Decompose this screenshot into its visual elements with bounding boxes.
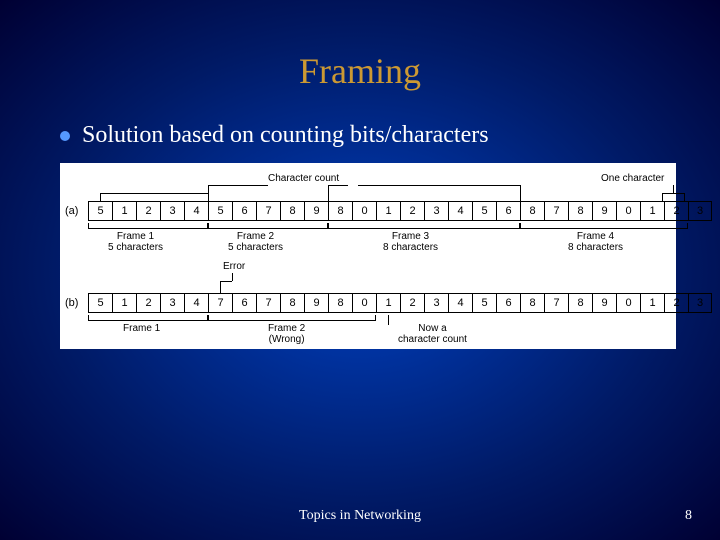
label-one-character: One character — [601, 173, 664, 184]
cell: 8 — [328, 293, 352, 313]
cell: 1 — [376, 201, 400, 221]
cell: 5 — [472, 201, 496, 221]
cell: 5 — [88, 201, 112, 221]
cell: 1 — [640, 201, 664, 221]
cell: 2 — [664, 293, 688, 313]
figure-row-b: Error (b) 51234767898012345687890123 Fra… — [68, 261, 668, 313]
cell: 6 — [232, 293, 256, 313]
frame-a3: Frame 38 characters — [383, 231, 438, 253]
frame-a1: Frame 15 characters — [108, 231, 163, 253]
cell: 5 — [88, 293, 112, 313]
cell: 3 — [160, 201, 184, 221]
cell: 8 — [520, 201, 544, 221]
label-now-char-count: Now acharacter count — [398, 323, 467, 345]
cell: 1 — [112, 293, 136, 313]
cell: 7 — [544, 201, 568, 221]
frame-a2: Frame 25 characters — [228, 231, 283, 253]
cell: 6 — [232, 201, 256, 221]
cell: 4 — [448, 201, 472, 221]
label-error: Error — [223, 261, 245, 272]
cell: 5 — [208, 201, 232, 221]
cell: 1 — [376, 293, 400, 313]
cell: 2 — [400, 293, 424, 313]
cell: 8 — [280, 293, 304, 313]
frame-b1: Frame 1 — [123, 323, 160, 334]
cell: 4 — [448, 293, 472, 313]
cell: 2 — [136, 293, 160, 313]
framing-figure: Character count One character (a) 512345… — [60, 163, 676, 349]
cell: 2 — [400, 201, 424, 221]
cell: 3 — [424, 293, 448, 313]
cell: 0 — [616, 201, 640, 221]
cell: 7 — [256, 293, 280, 313]
cell: 7 — [256, 201, 280, 221]
cells-row-b: (b) 51234767898012345687890123 — [68, 293, 668, 313]
cell: 0 — [616, 293, 640, 313]
cell: 3 — [688, 201, 712, 221]
cell: 0 — [352, 293, 376, 313]
cells-row-a: (a) 51234567898012345687890123 — [68, 201, 668, 221]
label-character-count: Character count — [268, 173, 339, 184]
slide-title: Framing — [0, 0, 720, 92]
cell: 2 — [664, 201, 688, 221]
cell: 9 — [592, 293, 616, 313]
cell: 1 — [640, 293, 664, 313]
cell: 8 — [520, 293, 544, 313]
cell: 8 — [568, 293, 592, 313]
cell: 8 — [280, 201, 304, 221]
cell: 2 — [136, 201, 160, 221]
cell: 3 — [424, 201, 448, 221]
row-b-label: (b) — [65, 297, 78, 309]
cell: 6 — [496, 293, 520, 313]
cell: 9 — [304, 293, 328, 313]
cell: 7 — [544, 293, 568, 313]
frame-b2: Frame 2(Wrong) — [268, 323, 305, 345]
cell: 4 — [184, 293, 208, 313]
cell: 1 — [112, 201, 136, 221]
cell: 0 — [352, 201, 376, 221]
bullet-text: Solution based on counting bits/characte… — [82, 122, 489, 149]
frame-a4: Frame 48 characters — [568, 231, 623, 253]
cell: 5 — [472, 293, 496, 313]
cell: 9 — [304, 201, 328, 221]
footer-text: Topics in Networking — [0, 508, 720, 524]
bullet-dot-icon — [60, 131, 70, 141]
bullet-item: Solution based on counting bits/characte… — [60, 122, 660, 149]
cell: 7 — [208, 293, 232, 313]
cell: 3 — [688, 293, 712, 313]
slide-content: Solution based on counting bits/characte… — [0, 92, 720, 349]
cell: 9 — [592, 201, 616, 221]
cell: 8 — [568, 201, 592, 221]
cell: 8 — [328, 201, 352, 221]
figure-row-a: Character count One character (a) 512345… — [68, 173, 668, 221]
page-number: 8 — [685, 508, 692, 524]
cell: 6 — [496, 201, 520, 221]
cell: 3 — [160, 293, 184, 313]
cell: 4 — [184, 201, 208, 221]
row-a-label: (a) — [65, 205, 78, 217]
